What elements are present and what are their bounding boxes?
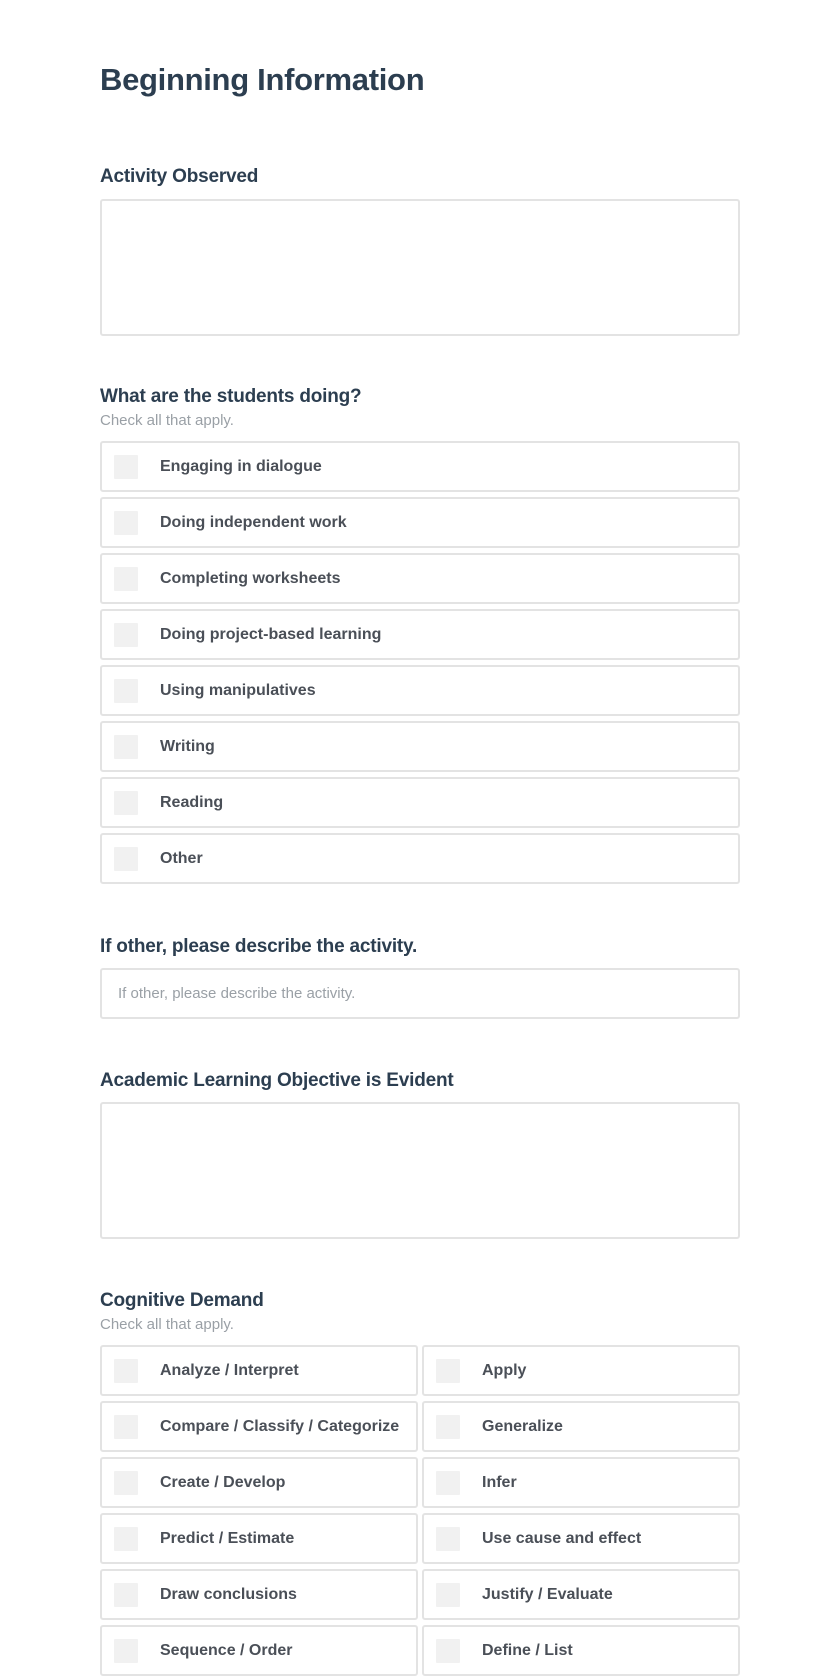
checkbox[interactable] xyxy=(114,1414,138,1439)
option-label: Justify / Evaluate xyxy=(482,1585,613,1603)
checkbox[interactable] xyxy=(436,1526,460,1551)
page-title: Beginning Information xyxy=(100,62,425,97)
checkbox[interactable] xyxy=(114,846,138,871)
checkbox[interactable] xyxy=(436,1470,460,1495)
option-engaging-in-dialogue[interactable]: Engaging in dialogue xyxy=(100,441,740,492)
checkbox[interactable] xyxy=(114,790,138,815)
checkbox[interactable] xyxy=(114,454,138,479)
checkbox[interactable] xyxy=(436,1582,460,1607)
option-label: Analyze / Interpret xyxy=(160,1361,299,1379)
option-analyze-interpret[interactable]: Analyze / Interpret xyxy=(100,1345,418,1396)
cognitive-demand-hint: Check all that apply. xyxy=(100,1316,234,1333)
other-activity-label: If other, please describe the activity. xyxy=(100,936,418,957)
option-completing-worksheets[interactable]: Completing worksheets xyxy=(100,553,740,604)
checkbox[interactable] xyxy=(114,566,138,591)
option-label: Using manipulatives xyxy=(160,681,316,699)
checkbox[interactable] xyxy=(114,1582,138,1607)
activity-observed-label: Activity Observed xyxy=(100,166,259,187)
option-use-cause-and-effect[interactable]: Use cause and effect xyxy=(422,1513,740,1564)
option-other[interactable]: Other xyxy=(100,833,740,884)
checkbox[interactable] xyxy=(114,1526,138,1551)
learning-objective-label: Academic Learning Objective is Evident xyxy=(100,1070,454,1091)
checkbox[interactable] xyxy=(114,734,138,759)
checkbox[interactable] xyxy=(114,1358,138,1383)
cognitive-demand-options: Analyze / Interpret Apply Compare / Clas… xyxy=(100,1345,740,1676)
option-create-develop[interactable]: Create / Develop xyxy=(100,1457,418,1508)
activity-observed-textarea[interactable] xyxy=(100,199,740,336)
option-label: Doing project-based learning xyxy=(160,625,382,643)
students-doing-label: What are the students doing? xyxy=(100,386,362,407)
cognitive-demand-label: Cognitive Demand xyxy=(100,1290,264,1311)
checkbox[interactable] xyxy=(436,1414,460,1439)
option-infer[interactable]: Infer xyxy=(422,1457,740,1508)
option-justify-evaluate[interactable]: Justify / Evaluate xyxy=(422,1569,740,1620)
option-sequence-order[interactable]: Sequence / Order xyxy=(100,1625,418,1676)
students-doing-options: Engaging in dialogue Doing independent w… xyxy=(100,441,740,889)
checkbox[interactable] xyxy=(114,622,138,647)
checkbox[interactable] xyxy=(114,510,138,535)
option-doing-project-based-learning[interactable]: Doing project-based learning xyxy=(100,609,740,660)
option-apply[interactable]: Apply xyxy=(422,1345,740,1396)
option-label: Apply xyxy=(482,1361,527,1379)
option-label: Writing xyxy=(160,737,215,755)
option-label: Create / Develop xyxy=(160,1473,286,1491)
other-activity-input[interactable] xyxy=(100,968,740,1019)
checkbox[interactable] xyxy=(114,1638,138,1663)
option-writing[interactable]: Writing xyxy=(100,721,740,772)
option-label: Infer xyxy=(482,1473,517,1491)
option-define-list[interactable]: Define / List xyxy=(422,1625,740,1676)
option-label: Draw conclusions xyxy=(160,1585,297,1603)
option-label: Doing independent work xyxy=(160,513,347,531)
option-reading[interactable]: Reading xyxy=(100,777,740,828)
option-label: Generalize xyxy=(482,1417,563,1435)
option-label: Reading xyxy=(160,793,224,811)
option-label: Sequence / Order xyxy=(160,1641,293,1659)
option-label: Completing worksheets xyxy=(160,569,341,587)
checkbox[interactable] xyxy=(114,678,138,703)
checkbox[interactable] xyxy=(436,1638,460,1663)
option-label: Other xyxy=(160,849,203,867)
students-doing-hint: Check all that apply. xyxy=(100,412,234,429)
option-draw-conclusions[interactable]: Draw conclusions xyxy=(100,1569,418,1620)
option-label: Use cause and effect xyxy=(482,1529,642,1547)
option-label: Define / List xyxy=(482,1641,573,1659)
option-label: Predict / Estimate xyxy=(160,1529,295,1547)
option-using-manipulatives[interactable]: Using manipulatives xyxy=(100,665,740,716)
option-label: Compare / Classify / Categorize xyxy=(160,1417,400,1435)
option-generalize[interactable]: Generalize xyxy=(422,1401,740,1452)
checkbox[interactable] xyxy=(436,1358,460,1383)
learning-objective-textarea[interactable] xyxy=(100,1102,740,1239)
option-predict-estimate[interactable]: Predict / Estimate xyxy=(100,1513,418,1564)
option-label: Engaging in dialogue xyxy=(160,457,322,475)
option-doing-independent-work[interactable]: Doing independent work xyxy=(100,497,740,548)
option-compare-classify-categorize[interactable]: Compare / Classify / Categorize xyxy=(100,1401,418,1452)
checkbox[interactable] xyxy=(114,1470,138,1495)
